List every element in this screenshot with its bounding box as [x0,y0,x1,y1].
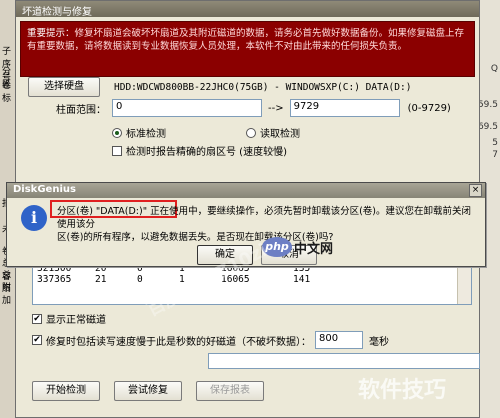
report-exact-row[interactable]: 检测时报告精确的扇区号 (速度较慢) [112,143,287,158]
range-arrow: --> [268,102,284,114]
start-scan-button[interactable]: 开始检测 [32,381,100,401]
radio-standard-row[interactable]: 标准检测 [112,125,166,140]
warning-lead: 重要提示： [27,28,75,39]
report-exact-label: 检测时报告精确的扇区号 (速度较慢) [126,147,287,158]
disk-info: HDD:WDCWD800BB-22JHC0(75GB) - WINDOWSXP(… [114,81,412,93]
table-row[interactable]: 337365 21 0 1 16065 141 [33,274,349,285]
bg-value: 59.5 [477,100,498,110]
repair-slow-label: 修复时包括读写速度慢于此是秒数的好磁道（不破坏数据）： [46,336,311,348]
info-icon: i [21,205,47,231]
save-report-button[interactable]: 保存报表 [196,381,264,401]
unmount-confirm-dialog: DiskGenius × i 分区(卷) "DATA(D:)" 正在使用中，要继… [6,182,486,267]
repair-slow-checkbox[interactable]: ✔ [32,335,42,345]
cylinder-from-input[interactable]: 0 [112,99,262,117]
bg-value: Q [490,64,498,74]
try-repair-button[interactable]: 尝试修复 [114,381,182,401]
radio-fast-row[interactable]: 读取检测 [246,125,300,140]
show-normal-label: 显示正常磁道 [46,315,106,326]
php-site-text: 中文网 [294,241,334,257]
progress-bar [208,353,480,369]
close-icon[interactable]: × [469,184,482,197]
table-cell: 1 [179,274,185,285]
message-highlight: 分区(卷) "DATA(D:)" 正在使用中 [57,206,198,217]
radio-fast-label: 读取检测 [260,129,300,140]
bg-value: 5 [492,138,498,148]
select-disk-button[interactable]: 选择硬盘 [28,77,100,97]
bg-value: 7 [492,150,498,160]
radio-standard-label: 标准检测 [126,129,166,140]
ms-unit-label: 毫秒 [369,336,389,348]
table-cell: 21 [95,274,107,285]
bg-value: 69.5 [477,122,498,132]
cylinder-to-input[interactable]: 9729 [289,99,400,117]
show-normal-checkbox[interactable]: ✔ [32,313,42,324]
table-cell: 16065 [221,274,250,285]
report-exact-checkbox[interactable] [112,145,122,156]
warning-text: 修复坏扇道会破坏坏扇道及其附近磁道的数据，请务必首先做好数据备份。如果修复磁盘上… [27,28,465,52]
warning-banner: 重要提示：修复坏扇道会破坏坏扇道及其附近磁道的数据，请务必首先做好数据备份。如果… [20,21,475,77]
radio-fast[interactable] [246,127,256,138]
php-watermark: php 中文网 [262,237,333,257]
table-cell: 141 [293,274,311,285]
table-cell: 337365 [37,274,72,285]
cylinder-range-label: 柱面范围： [56,104,106,116]
ok-button[interactable]: 确定 [197,245,253,265]
radio-standard[interactable] [112,127,122,138]
repair-ms-input[interactable]: 800 [315,331,363,349]
repair-slow-row[interactable]: ✔ 修复时包括读写速度慢于此是秒数的好磁道（不破坏数据）： 800 毫秒 [32,331,389,349]
message-title: DiskGenius [7,183,485,198]
table-cell: 0 [137,274,143,285]
php-logo: php [262,237,292,257]
dialog-title: 坏道检测与修复 [16,1,479,18]
show-normal-row[interactable]: ✔ 显示正常磁道 [32,311,106,326]
cylinder-hint: (0-9729) [407,102,451,114]
